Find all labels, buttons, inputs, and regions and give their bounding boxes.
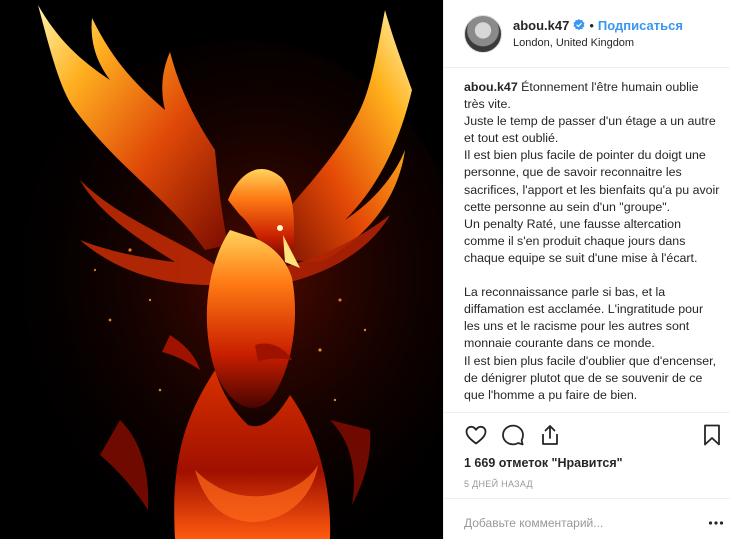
post-image[interactable] bbox=[0, 0, 443, 539]
caption-line-3: Un penalty Raté, une fausse altercation … bbox=[464, 216, 698, 265]
username-link[interactable]: abou.k47 bbox=[513, 19, 569, 32]
header-top-line: abou.k47 • Подписаться bbox=[513, 19, 683, 32]
caption-line-0: abou.k47 Étonnement l'être humain oublie… bbox=[464, 79, 720, 113]
caption-line-4: La reconnaissance parle si bas, et la di… bbox=[464, 285, 704, 351]
comment-input[interactable]: Добавьте комментарий... bbox=[464, 514, 724, 532]
bookmark-icon[interactable] bbox=[700, 423, 724, 447]
separator-dot: • bbox=[589, 17, 594, 33]
follow-button[interactable]: Подписаться bbox=[598, 19, 683, 32]
avatar[interactable] bbox=[464, 14, 502, 53]
heart-icon[interactable] bbox=[464, 423, 488, 447]
share-icon[interactable] bbox=[538, 423, 562, 447]
comment-placeholder: Добавьте комментарий... bbox=[464, 516, 604, 530]
likes-count[interactable]: 1 669 отметок "Нравится" bbox=[464, 456, 623, 470]
post-timestamp[interactable]: 5 ДНЕЙ НАЗАД bbox=[464, 479, 533, 489]
post-sidebar: abou.k47 • Подписаться London, United Ki… bbox=[443, 0, 730, 539]
comment-icon[interactable] bbox=[501, 423, 525, 447]
caption-line-5: Il est bien plus facile d'oublier que d'… bbox=[464, 353, 717, 402]
post-header: abou.k47 • Подписаться London, United Ki… bbox=[444, 0, 730, 68]
phoenix-artwork bbox=[0, 0, 443, 539]
action-bar bbox=[464, 421, 724, 449]
header-info: abou.k47 • Подписаться London, United Ki… bbox=[513, 19, 683, 49]
caption-line-1: Juste le temp de passer d'un étage a un … bbox=[464, 114, 716, 146]
caption-line-2: Il est bien plus facile de pointer du do… bbox=[464, 148, 720, 214]
caption-username[interactable]: abou.k47 bbox=[464, 80, 518, 94]
instagram-post: abou.k47 • Подписаться London, United Ki… bbox=[0, 0, 730, 539]
divider-top bbox=[444, 412, 730, 413]
ellipsis-icon[interactable] bbox=[708, 516, 724, 530]
caption: abou.k47 Étonnement l'être humain oublie… bbox=[464, 79, 720, 412]
caption-gap bbox=[464, 267, 720, 284]
verified-badge-icon bbox=[573, 19, 585, 31]
divider-bottom bbox=[444, 498, 730, 499]
location-link[interactable]: London, United Kingdom bbox=[513, 37, 683, 49]
caption-fade bbox=[464, 398, 720, 412]
